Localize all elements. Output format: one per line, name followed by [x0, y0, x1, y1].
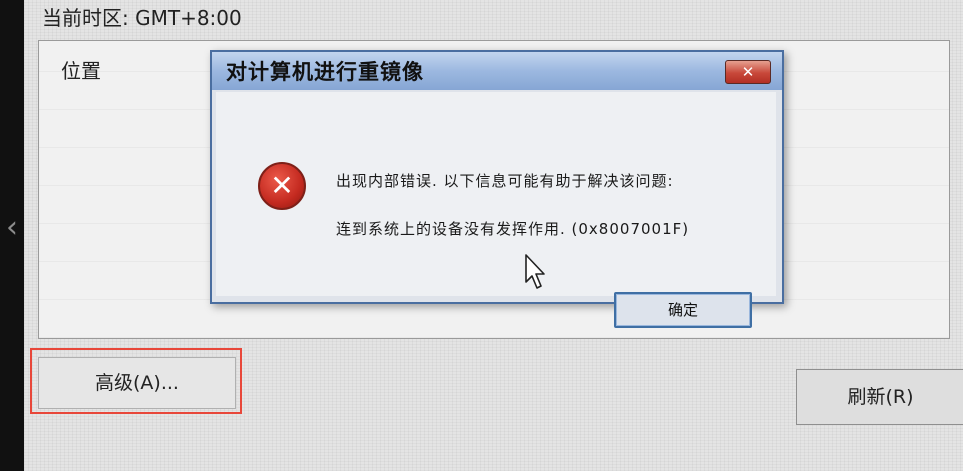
chevron-left-icon[interactable]: ‹ [6, 208, 24, 248]
highlight-annotation [30, 348, 242, 414]
reimage-error-dialog: 对计算机进行重镜像 ✕ ✕ 出现内部错误. 以下信息可能有助于解决该问题: 连到… [210, 50, 784, 328]
ok-button[interactable]: 确定 [614, 292, 752, 328]
refresh-button[interactable]: 刷新(R) [796, 369, 963, 425]
timezone-label: 当前时区: GMT+8:00 [42, 6, 242, 30]
close-icon[interactable]: ✕ [725, 60, 771, 84]
dialog-titlebar[interactable]: 对计算机进行重镜像 ✕ [212, 52, 782, 90]
location-column-header: 位置 [61, 59, 101, 83]
photo-left-edge: ‹ [0, 0, 24, 471]
error-detail: 连到系统上的设备没有发挥作用. (0x8007001F) [336, 220, 690, 238]
error-message: 出现内部错误. 以下信息可能有助于解决该问题: [336, 172, 674, 190]
error-icon: ✕ [258, 162, 306, 210]
dialog-body: ✕ 出现内部错误. 以下信息可能有助于解决该问题: 连到系统上的设备没有发挥作用… [216, 92, 776, 328]
mouse-cursor-icon [525, 254, 547, 294]
dialog-title: 对计算机进行重镜像 [226, 60, 424, 84]
